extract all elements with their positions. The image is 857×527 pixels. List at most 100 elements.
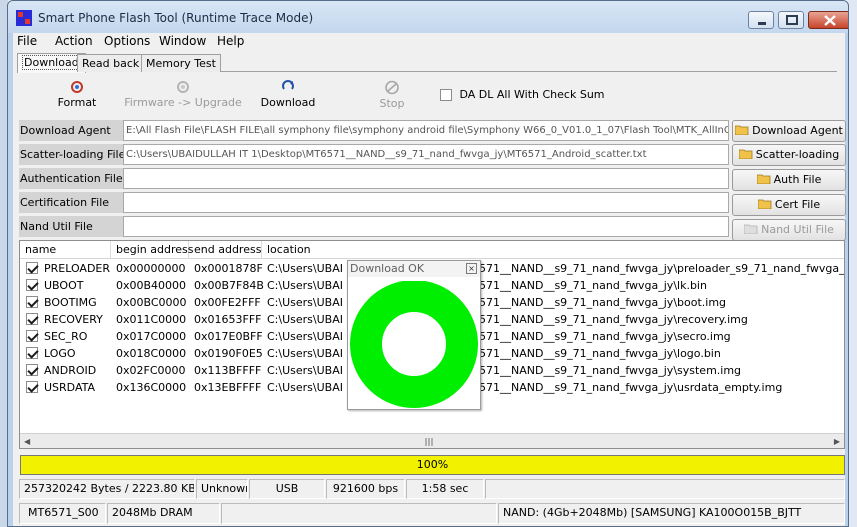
row-checkbox[interactable]	[26, 330, 38, 342]
begin-address: 0x136C0000	[116, 381, 187, 394]
maximize-icon	[786, 15, 798, 25]
status-bytes: 257320242 Bytes / 2223.80 KBps	[19, 479, 195, 499]
location-end: 571__NAND__s9_71_nand_fwvga_jy\lk.bin	[479, 279, 707, 292]
firmware-upgrade-button[interactable]: Firmware -> Upgrade	[123, 80, 243, 109]
nand-util-label: Nand Util File	[19, 216, 123, 237]
location-end: 571__NAND__s9_71_nand_fwvga_jy\usrdata_e…	[479, 381, 783, 394]
download-button[interactable]: Download	[253, 80, 323, 109]
scroll-left-icon[interactable]: ◀	[24, 437, 30, 446]
download-agent-button[interactable]: Download Agent	[732, 120, 846, 142]
cert-file-label: Certification File	[19, 192, 123, 213]
menu-options[interactable]: Options	[104, 34, 150, 48]
end-address: 0x13EBFFFF	[194, 381, 262, 394]
begin-address: 0x018C0000	[116, 347, 187, 360]
end-address: 0x00B7F84B	[194, 279, 264, 292]
status-bar-transfer: 257320242 Bytes / 2223.80 KBps Unknowr U…	[19, 479, 845, 499]
col-location[interactable]: location	[262, 241, 844, 259]
end-address: 0x00FE2FFF	[194, 296, 261, 309]
status-extra	[485, 479, 845, 499]
stop-label: Stop	[379, 97, 405, 110]
row-checkbox[interactable]	[26, 347, 38, 359]
menu-window[interactable]: Window	[159, 34, 206, 48]
menu-help[interactable]: Help	[217, 34, 244, 48]
end-address: 0x017E0BFF	[194, 330, 263, 343]
tab-memory-test-label: Memory Test	[146, 57, 216, 70]
close-button[interactable]	[808, 11, 848, 29]
location-end: 571__NAND__s9_71_nand_fwvga_jy\logo.bin	[479, 347, 721, 360]
folder-icon	[738, 149, 753, 159]
scatter-loading-button[interactable]: Scatter-loading	[732, 144, 846, 166]
scatter-file-label: Scatter-loading File	[19, 144, 123, 165]
partition-name: PRELOADER	[44, 262, 111, 275]
status-nand: NAND: (4Gb+2048Mb) [SAMSUNG] KA100O015B_…	[498, 503, 845, 524]
title-bar[interactable]: Smart Phone Flash Tool (Runtime Trace Mo…	[8, 1, 848, 33]
scatter-file-field[interactable]: C:\Users\UBAIDULLAH IT 1\Desktop\MT6571_…	[123, 144, 729, 165]
status-bar-device: MT6571_S00 2048Mb DRAM NAND: (4Gb+2048Mb…	[19, 503, 845, 524]
location-start: C:\Users\UBAI	[267, 262, 343, 275]
partition-name: USRDATA	[44, 381, 96, 394]
download-agent-button-label: Download Agent	[752, 124, 843, 137]
cert-file-button[interactable]: Cert File	[732, 194, 846, 216]
scroll-thumb-grip-icon[interactable]	[424, 438, 434, 446]
auth-file-button-label: Auth File	[773, 173, 822, 186]
maximize-button[interactable]	[778, 11, 804, 29]
table-header: name begin address end address location	[20, 241, 844, 259]
close-icon	[824, 15, 836, 26]
download-agent-label: Download Agent	[19, 120, 123, 141]
location-end: 571__NAND__s9_71_nand_fwvga_jy\secro.img	[479, 330, 731, 343]
tab-read-back[interactable]: Read back	[77, 54, 145, 72]
scatter-loading-button-label: Scatter-loading	[755, 148, 840, 161]
begin-address: 0x017C0000	[116, 330, 187, 343]
auth-file-label: Authentication File	[19, 168, 123, 189]
row-checkbox[interactable]	[26, 262, 38, 274]
end-address: 0x113BFFFF	[194, 364, 262, 377]
download-ok-ring	[350, 281, 478, 408]
row-checkbox[interactable]	[26, 381, 38, 393]
col-end-address[interactable]: end address	[189, 241, 262, 259]
stop-button[interactable]: Stop	[367, 80, 417, 110]
nand-util-button[interactable]: Nand Util File	[732, 219, 846, 241]
cert-file-button-label: Cert File	[774, 198, 821, 211]
minimize-button[interactable]	[748, 11, 774, 29]
row-checkbox[interactable]	[26, 313, 38, 325]
menu-file[interactable]: File	[17, 34, 37, 48]
status-blank	[221, 503, 497, 524]
col-name[interactable]: name	[20, 241, 111, 259]
horizontal-scrollbar[interactable]: ◀ ▶	[20, 433, 844, 448]
folder-icon	[757, 199, 772, 209]
menu-action[interactable]: Action	[55, 34, 93, 48]
auth-file-button[interactable]: Auth File	[732, 169, 846, 191]
client-area: File Action Options Window Help Download…	[13, 33, 846, 526]
checksum-checkbox[interactable]	[440, 89, 452, 101]
dialog-title: Download OK	[350, 262, 425, 275]
row-checkbox[interactable]	[26, 364, 38, 376]
nand-util-field[interactable]	[123, 216, 729, 237]
checksum-option[interactable]: DA DL All With Check Sum	[440, 88, 605, 101]
location-start: C:\Users\UBAI	[267, 330, 343, 343]
end-address: 0x0001878F	[194, 262, 263, 275]
format-button[interactable]: Format	[47, 80, 107, 109]
status-baud: 921600 bps	[326, 479, 405, 499]
row-checkbox[interactable]	[26, 279, 38, 291]
location-start: C:\Users\UBAI	[267, 313, 343, 326]
location-end: 571__NAND__s9_71_nand_fwvga_jy\boot.img	[479, 296, 727, 309]
location-start: C:\Users\UBAI	[267, 296, 343, 309]
location-start: C:\Users\UBAI	[267, 381, 343, 394]
scroll-right-icon[interactable]: ▶	[834, 437, 840, 446]
download-agent-field[interactable]: E:\All Flash File\FLASH FILE\all symphon…	[123, 120, 729, 141]
cert-file-field[interactable]	[123, 192, 729, 213]
status-time: 1:58 sec	[406, 479, 484, 499]
dialog-close-icon[interactable]: ×	[466, 263, 477, 274]
tab-download[interactable]: Download	[17, 53, 86, 73]
menu-bar: File Action Options Window Help	[13, 33, 845, 51]
row-checkbox[interactable]	[26, 296, 38, 308]
tab-memory-test[interactable]: Memory Test	[141, 54, 221, 72]
col-begin-address[interactable]: begin address	[111, 241, 193, 259]
status-port-type: Unknowr	[196, 479, 248, 499]
auth-file-field[interactable]	[123, 168, 729, 189]
desktop-right-edge	[848, 0, 857, 527]
begin-address: 0x00B40000	[116, 279, 187, 292]
window-title: Smart Phone Flash Tool (Runtime Trace Mo…	[38, 11, 314, 25]
dialog-title-bar[interactable]: Download OK ×	[348, 261, 480, 277]
partition-name: UBOOT	[44, 279, 84, 292]
